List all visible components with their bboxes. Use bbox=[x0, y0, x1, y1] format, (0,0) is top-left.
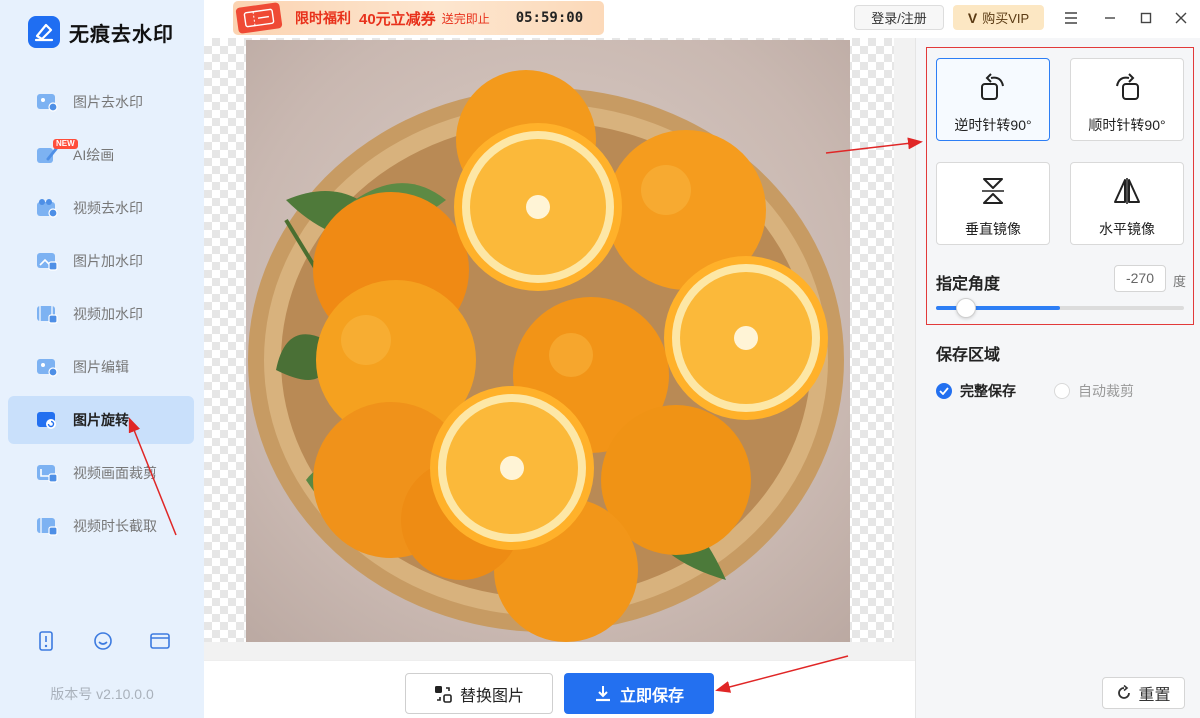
angle-title: 指定角度 bbox=[936, 276, 1001, 293]
app-title: 无痕去水印 bbox=[69, 23, 174, 46]
sidebar-item-image-watermark-remove[interactable]: 图片去水印 bbox=[8, 78, 194, 126]
sidebar-item-video-watermark-add[interactable]: 视频加水印 bbox=[8, 290, 194, 338]
angle-slider-thumb[interactable] bbox=[955, 298, 976, 318]
promo-banner[interactable]: 限时福利 40元立减券 送完即止 05:59:00 bbox=[233, 1, 604, 35]
auto-crop-label: 自动裁剪 bbox=[1078, 383, 1134, 399]
action-bar: 替换图片 立即保存 bbox=[204, 660, 915, 718]
sidebar: 无痕去水印 图片去水印 NEW AI绘画 视频去水印 图片加水印 视频加水印 图… bbox=[0, 0, 204, 718]
rotate-ccw-icon bbox=[979, 71, 1007, 103]
rotate-ccw-button[interactable]: 逆时针转90° bbox=[936, 58, 1050, 141]
menu-icon[interactable] bbox=[1058, 6, 1084, 30]
image-watermark-add-icon bbox=[36, 251, 58, 271]
sidebar-item-label: 图片加水印 bbox=[73, 253, 143, 269]
new-badge: NEW bbox=[53, 139, 78, 149]
phone-icon[interactable] bbox=[33, 628, 59, 654]
sidebar-item-video-trim[interactable]: 视频时长截取 bbox=[8, 502, 194, 550]
angle-input[interactable]: -270 bbox=[1114, 265, 1166, 292]
angle-unit: 度 bbox=[1173, 274, 1187, 289]
sidebar-item-video-watermark-remove[interactable]: 视频去水印 bbox=[8, 184, 194, 232]
sidebar-bottom-icons bbox=[33, 628, 173, 654]
image-canvas[interactable] bbox=[204, 38, 915, 660]
sidebar-item-image-watermark-add[interactable]: 图片加水印 bbox=[8, 237, 194, 285]
image-watermark-remove-icon bbox=[36, 92, 58, 112]
coupon-icon bbox=[235, 2, 283, 34]
minimize-icon[interactable] bbox=[1097, 6, 1123, 30]
save-area-title: 保存区域 bbox=[936, 347, 1001, 364]
vip-icon: V bbox=[967, 9, 978, 26]
save-now-button[interactable]: 立即保存 bbox=[564, 673, 714, 714]
full-save-radio[interactable]: 完整保存 bbox=[936, 381, 1016, 401]
sidebar-nav: 图片去水印 NEW AI绘画 视频去水印 图片加水印 视频加水印 图片编辑 图片… bbox=[8, 78, 194, 555]
image-rotate-icon bbox=[36, 410, 58, 430]
rotate-cw-icon bbox=[1113, 71, 1141, 103]
image-edit-icon bbox=[36, 357, 58, 377]
sidebar-item-image-edit[interactable]: 图片编辑 bbox=[8, 343, 194, 391]
preview-image bbox=[246, 40, 850, 642]
flip-horizontal-icon bbox=[1112, 175, 1142, 207]
promo-offer: 40元立减券 bbox=[359, 10, 436, 28]
sidebar-item-label: 视频时长截取 bbox=[73, 518, 157, 534]
save-now-label: 立即保存 bbox=[619, 687, 684, 705]
rotate-cw-label: 顺时针转90° bbox=[1088, 117, 1166, 133]
angle-slider[interactable] bbox=[936, 298, 1184, 318]
rotate-ccw-label: 逆时针转90° bbox=[954, 117, 1032, 133]
sidebar-item-video-crop[interactable]: 视频画面裁剪 bbox=[8, 449, 194, 497]
sidebar-item-label: 图片编辑 bbox=[73, 359, 129, 375]
sidebar-item-image-rotate[interactable]: 图片旋转 bbox=[8, 396, 194, 444]
logo-icon bbox=[28, 16, 60, 48]
sidebar-item-label: AI绘画 bbox=[73, 147, 115, 163]
promo-label: 限时福利 bbox=[295, 10, 351, 26]
auto-crop-radio[interactable]: 自动裁剪 bbox=[1054, 381, 1134, 401]
close-icon[interactable] bbox=[1168, 6, 1194, 30]
video-crop-icon bbox=[36, 463, 58, 483]
maximize-icon[interactable] bbox=[1133, 6, 1159, 30]
video-watermark-remove-icon bbox=[36, 198, 58, 218]
replace-image-label: 替换图片 bbox=[459, 687, 524, 705]
version-label: 版本号 v2.10.0.0 bbox=[50, 686, 154, 702]
rotate-cw-button[interactable]: 顺时针转90° bbox=[1070, 58, 1184, 141]
vip-label: 购买VIP bbox=[982, 11, 1030, 26]
angle-slider-fill bbox=[936, 306, 1060, 310]
download-icon bbox=[594, 685, 612, 703]
reset-button[interactable]: 重置 bbox=[1102, 677, 1185, 709]
sidebar-item-label: 图片旋转 bbox=[73, 412, 129, 428]
video-trim-icon bbox=[36, 516, 58, 536]
app-logo: 无痕去水印 bbox=[28, 16, 174, 48]
replace-image-button[interactable]: 替换图片 bbox=[405, 673, 553, 714]
window-icon[interactable] bbox=[147, 628, 173, 654]
flip-vertical-icon bbox=[980, 175, 1006, 207]
flip-vertical-label: 垂直镜像 bbox=[965, 221, 1021, 237]
flip-horizontal-button[interactable]: 水平镜像 bbox=[1070, 162, 1184, 245]
sidebar-item-ai-paint[interactable]: NEW AI绘画 bbox=[8, 131, 194, 179]
promo-suffix: 送完即止 bbox=[441, 11, 490, 26]
sidebar-item-label: 图片去水印 bbox=[73, 94, 143, 110]
video-watermark-add-icon bbox=[36, 304, 58, 324]
sidebar-item-label: 视频画面裁剪 bbox=[73, 465, 157, 481]
flip-horizontal-label: 水平镜像 bbox=[1099, 221, 1155, 237]
reset-label: 重置 bbox=[1138, 687, 1171, 704]
promo-timer: 05:59:00 bbox=[515, 10, 584, 26]
login-register-button[interactable]: 登录/注册 bbox=[854, 5, 944, 30]
buy-vip-button[interactable]: V 购买VIP bbox=[953, 5, 1044, 30]
radio-unchecked-icon bbox=[1054, 383, 1070, 399]
flip-vertical-button[interactable]: 垂直镜像 bbox=[936, 162, 1050, 245]
rotate-panel: 逆时针转90° 顺时针转90° 垂直镜像 水平镜像 指定角度 -270 度 保存… bbox=[915, 38, 1200, 718]
customer-service-icon[interactable] bbox=[90, 628, 116, 654]
reset-icon bbox=[1116, 685, 1132, 701]
full-save-label: 完整保存 bbox=[960, 383, 1016, 399]
transparency-background bbox=[204, 38, 894, 642]
sidebar-item-label: 视频加水印 bbox=[73, 306, 143, 322]
radio-checked-icon bbox=[936, 383, 952, 399]
sidebar-item-label: 视频去水印 bbox=[73, 200, 143, 216]
replace-icon bbox=[434, 685, 452, 703]
